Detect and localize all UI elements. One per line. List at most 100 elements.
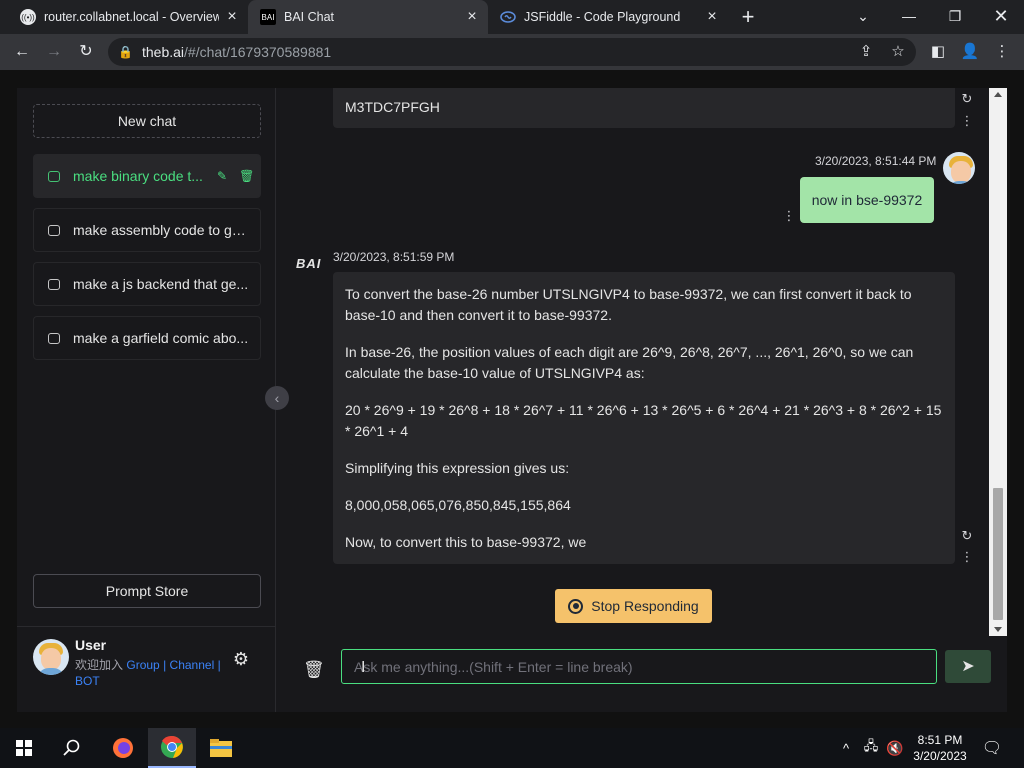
gear-icon[interactable]: ⚙: [231, 649, 251, 669]
messages-scroll-area: M3TDC7PFGH ↻ ⋮ 3/20/2023, 8:51:44 PM now…: [277, 88, 989, 636]
jsfiddle-favicon-icon: [500, 9, 516, 25]
user-message-bubble: now in bse-99372: [800, 177, 934, 223]
reload-icon[interactable]: ↻: [74, 40, 98, 64]
group-link[interactable]: Group: [126, 658, 159, 672]
user-name: User: [75, 637, 107, 653]
firefox-icon[interactable]: [106, 728, 140, 768]
edit-icon[interactable]: ✎: [217, 169, 227, 183]
search-icon[interactable]: [56, 728, 88, 768]
web-page: New chat make binary code t... ✎ 🗑 make …: [0, 70, 1024, 728]
side-panel-icon[interactable]: ◧: [928, 42, 948, 62]
message-paragraph: Now, to convert this to base-99372, we: [345, 534, 587, 550]
bai-favicon-icon: BAI: [260, 9, 276, 25]
close-tab-icon[interactable]: ×: [704, 9, 720, 25]
tab-search-icon[interactable]: ⌄: [848, 4, 878, 28]
browser-menu-icon[interactable]: ⋮: [992, 42, 1012, 62]
close-tab-icon[interactable]: ×: [224, 9, 240, 25]
avatar: [33, 639, 69, 675]
bai-chat-app: New chat make binary code t... ✎ 🗑 make …: [17, 88, 1007, 712]
avatar: [943, 152, 975, 184]
chat-bubble-icon: [48, 278, 60, 290]
tab-title: JSFiddle - Code Playground: [524, 10, 681, 24]
message-text: now in bse-99372: [811, 192, 923, 208]
chat-input[interactable]: [341, 649, 937, 684]
chat-list-item[interactable]: make binary code t... ✎ 🗑: [33, 154, 261, 198]
message-paragraph: 20 * 26^9 + 19 * 26^8 + 18 * 26^7 + 11 *…: [345, 402, 942, 439]
sidebar: New chat make binary code t... ✎ 🗑 make …: [17, 88, 276, 712]
new-chat-button[interactable]: New chat: [33, 104, 261, 138]
user-panel: User 欢迎加入 Group | Channel | BOT ⚙: [17, 626, 276, 712]
more-options-icon[interactable]: ⋮: [960, 114, 974, 128]
chat-bubble-icon: [48, 332, 60, 344]
tab-jsfiddle[interactable]: JSFiddle - Code Playground ×: [488, 0, 728, 34]
forward-icon[interactable]: →: [42, 40, 66, 64]
prompt-store-button[interactable]: Prompt Store: [33, 574, 261, 608]
ai-message-bubble: To convert the base-26 number UTSLNGIVP4…: [333, 272, 955, 564]
tab-router[interactable]: ((•)) router.collabnet.local - Overview …: [0, 0, 248, 34]
share-icon[interactable]: ⇪: [856, 42, 876, 62]
input-row: 🗑 I ➤: [277, 648, 1007, 700]
address-bar[interactable]: 🔒 theb.ai/#/chat/1679370589881: [108, 38, 916, 66]
chat-main: M3TDC7PFGH ↻ ⋮ 3/20/2023, 8:51:44 PM now…: [277, 88, 1007, 712]
stop-label: Stop Responding: [591, 598, 699, 614]
show-hidden-icons-icon[interactable]: ^: [836, 728, 856, 768]
scrollbar-thumb[interactable]: [993, 488, 1003, 620]
collapse-sidebar-button[interactable]: ‹: [265, 386, 289, 410]
more-options-icon[interactable]: ⋮: [782, 209, 796, 223]
url-path: /#/chat/1679370589881: [184, 44, 332, 60]
text-cursor-icon: I: [361, 659, 366, 676]
bai-logo: BAI: [296, 256, 322, 271]
message-text: M3TDC7PFGH: [345, 99, 440, 115]
clock-date: 3/20/2023: [913, 749, 967, 763]
messages-scrollbar[interactable]: [989, 88, 1007, 636]
link-separator: |: [217, 658, 221, 672]
scroll-down-icon[interactable]: [994, 627, 1002, 632]
message-timestamp: 3/20/2023, 8:51:59 PM: [333, 250, 455, 264]
url-host: theb.ai: [142, 44, 185, 60]
delete-icon[interactable]: 🗑: [239, 169, 254, 183]
volume-muted-icon[interactable]: 🔇: [884, 728, 906, 768]
taskbar-clock[interactable]: 8:51 PM 3/20/2023: [910, 732, 970, 764]
chrome-icon[interactable]: [148, 728, 196, 768]
clock-time: 8:51 PM: [917, 733, 963, 747]
ai-message-bubble: M3TDC7PFGH: [333, 88, 955, 128]
close-tab-icon[interactable]: ×: [464, 9, 480, 25]
profile-icon[interactable]: 👤: [960, 42, 980, 62]
stop-responding-button[interactable]: Stop Responding: [555, 589, 712, 623]
lock-icon: 🔒: [118, 45, 133, 59]
browser-toolbar: ← → ↻ 🔒 theb.ai/#/chat/1679370589881 ⇪ ☆…: [0, 34, 1024, 70]
close-window-icon[interactable]: ✕: [986, 4, 1016, 28]
windows-start-icon[interactable]: [8, 728, 40, 768]
notifications-icon[interactable]: 🗨: [980, 728, 1004, 768]
new-tab-button[interactable]: +: [738, 6, 758, 28]
chat-list-item[interactable]: make a garfield comic abo...: [33, 316, 261, 360]
message-timestamp: 3/20/2023, 8:51:44 PM: [815, 154, 937, 168]
windows-taskbar: ^ 🖧 🔇 8:51 PM 3/20/2023 🗨: [0, 728, 1024, 768]
user-description: 欢迎加入 Group | Channel | BOT: [75, 657, 235, 689]
more-options-icon[interactable]: ⋮: [960, 550, 974, 564]
message-paragraph: 8,000,058,065,076,850,845,155,864: [345, 497, 571, 513]
channel-link[interactable]: Channel: [170, 658, 215, 672]
router-favicon-icon: ((•)): [20, 9, 36, 25]
tab-title: router.collabnet.local - Overview: [44, 10, 219, 24]
file-explorer-icon[interactable]: [204, 728, 238, 768]
bookmark-star-icon[interactable]: ☆: [888, 42, 908, 62]
restore-icon[interactable]: ❐: [940, 4, 970, 28]
tab-bai-chat[interactable]: BAI BAI Chat ×: [248, 0, 488, 34]
welcome-text: 欢迎加入: [75, 658, 124, 672]
bot-link[interactable]: BOT: [75, 674, 100, 688]
send-button[interactable]: ➤: [945, 650, 991, 683]
clear-chat-icon[interactable]: 🗑: [303, 658, 325, 682]
regenerate-icon[interactable]: ↻: [960, 529, 974, 543]
network-icon[interactable]: 🖧: [860, 728, 882, 768]
chat-item-label: make binary code t...: [73, 168, 203, 184]
browser-tab-bar: ((•)) router.collabnet.local - Overview …: [0, 0, 1024, 34]
scroll-up-icon[interactable]: [994, 92, 1002, 97]
message-paragraph: Simplifying this expression gives us:: [345, 460, 570, 476]
back-icon[interactable]: ←: [10, 40, 34, 64]
regenerate-icon[interactable]: ↻: [960, 92, 974, 106]
chat-list-item[interactable]: make a js backend that ge...: [33, 262, 261, 306]
minimize-icon[interactable]: —: [894, 4, 924, 28]
stop-icon: [568, 598, 584, 614]
chat-list-item[interactable]: make assembly code to ge...: [33, 208, 261, 252]
